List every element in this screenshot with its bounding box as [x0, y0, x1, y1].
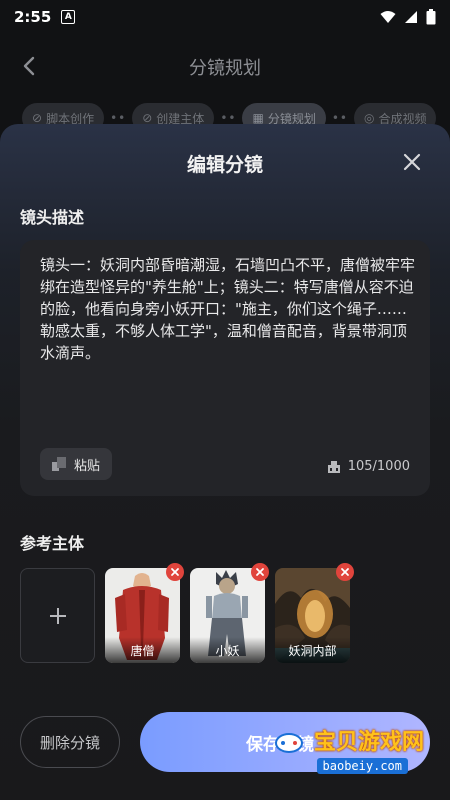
- close-icon[interactable]: [402, 152, 422, 172]
- page-title: 分镜规划: [189, 58, 261, 79]
- page-header: 分镜规划: [0, 34, 450, 100]
- status-time: 2:55: [14, 8, 52, 26]
- subject-card[interactable]: 小妖: [190, 563, 269, 663]
- subject-name: 小妖: [190, 637, 265, 663]
- watermark-url: baobeiy.com: [316, 758, 408, 774]
- status-bar: 2:55 A: [0, 0, 450, 34]
- signal-icon: [405, 11, 417, 23]
- description-input[interactable]: 镜头一：妖洞内部昏暗潮湿，石墙凹凸不平，唐僧被牢牢绑在造型怪异的"养生舱"上；镜…: [20, 240, 430, 496]
- notification-a-icon: A: [61, 10, 76, 24]
- gamepad-icon: [275, 733, 303, 753]
- watermark-text: 宝贝游戏网: [313, 730, 424, 755]
- check-circle-icon: ⊘: [32, 111, 43, 125]
- char-count-value: 105/1000: [347, 459, 410, 474]
- status-icons: [380, 9, 436, 25]
- remove-subject-button[interactable]: [336, 563, 354, 581]
- subject-card[interactable]: 唐僧: [105, 563, 184, 663]
- video-icon: ◎: [363, 111, 375, 125]
- subject-name: 唐僧: [105, 637, 180, 663]
- battery-icon: [426, 9, 436, 25]
- step-separator: ••: [220, 111, 237, 125]
- subject-name: 妖洞内部: [275, 637, 350, 663]
- paste-label: 粘贴: [74, 458, 101, 474]
- storyboard-icon: ▦: [252, 111, 264, 125]
- paste-icon: [52, 457, 66, 471]
- back-arrow-icon[interactable]: [18, 54, 42, 78]
- char-counter: 105/1000: [327, 459, 410, 474]
- reference-subject-list: 唐僧 小妖 妖洞内部: [20, 563, 354, 664]
- reference-subject-label: 参考主体: [20, 534, 85, 553]
- step-separator: ••: [110, 111, 127, 125]
- remove-subject-button[interactable]: [166, 563, 184, 581]
- count-icon: [327, 460, 340, 473]
- close-icon: [341, 568, 349, 576]
- description-label: 镜头描述: [20, 208, 85, 227]
- paste-button[interactable]: 粘贴: [40, 448, 113, 480]
- add-subject-button[interactable]: [20, 568, 95, 663]
- check-circle-icon: ⊘: [142, 111, 153, 125]
- wifi-icon: [380, 11, 396, 23]
- edit-storyboard-sheet: 编辑分镜 镜头描述 镜头一：妖洞内部昏暗潮湿，石墙凹凸不平，唐僧被牢牢绑在造型怪…: [0, 124, 450, 800]
- step-separator: ••: [331, 111, 348, 125]
- description-text[interactable]: 镜头一：妖洞内部昏暗潮湿，石墙凹凸不平，唐僧被牢牢绑在造型怪异的"养生舱"上；镜…: [40, 254, 418, 364]
- remove-subject-button[interactable]: [251, 563, 269, 581]
- plus-icon: [49, 607, 66, 624]
- close-icon: [171, 568, 179, 576]
- watermark-logo: 宝贝游戏网 baobeiy.com: [274, 722, 424, 782]
- delete-storyboard-button[interactable]: 删除分镜: [20, 716, 120, 768]
- sheet-title: 编辑分镜: [186, 154, 263, 176]
- subject-card[interactable]: 妖洞内部: [275, 563, 354, 663]
- close-icon: [256, 568, 264, 576]
